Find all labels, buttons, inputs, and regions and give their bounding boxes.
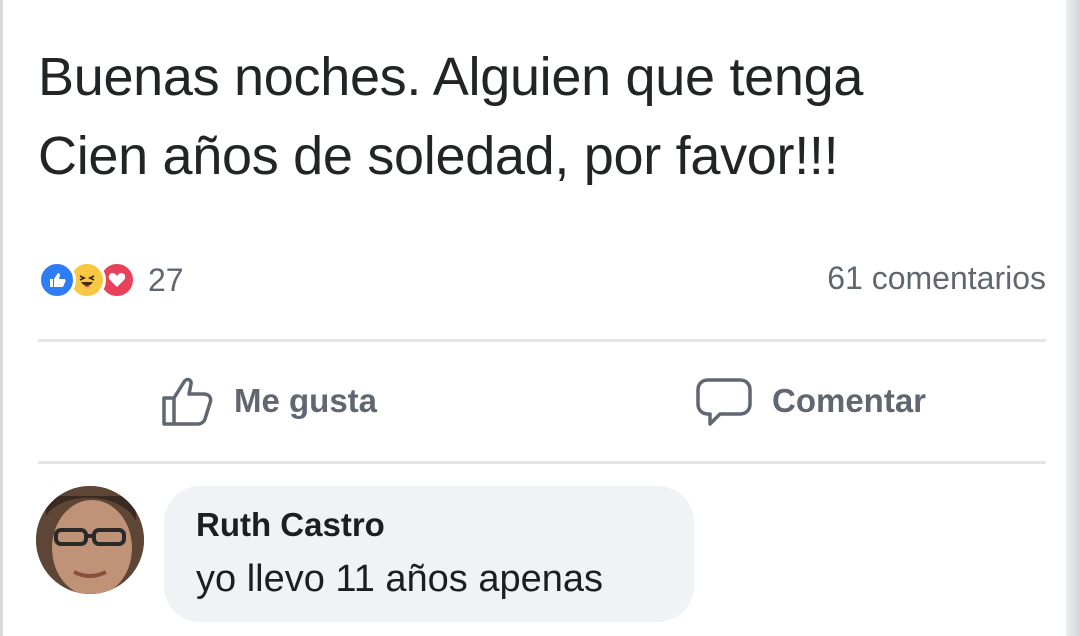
reaction-count: 27: [148, 261, 184, 298]
comment-button-label: Comentar: [772, 382, 927, 419]
thumbs-up-icon: [162, 377, 213, 426]
post-card: Buenas noches. Alguien que tenga Cien añ…: [0, 0, 1080, 636]
card-left-border: [0, 0, 3, 636]
like-reaction-icon: [38, 261, 76, 299]
like-button-label: Me gusta: [234, 382, 378, 419]
comment-bubble-icon: [696, 378, 752, 426]
commenter-name[interactable]: Ruth Castro: [196, 506, 385, 544]
commenter-avatar[interactable]: [36, 486, 144, 594]
post-text-line-1: Buenas noches. Alguien que tenga: [38, 47, 864, 107]
reactions-summary[interactable]: 27: [38, 258, 184, 302]
divider-bottom: [38, 461, 1046, 464]
post-text-line-2: Cien años de soledad, por favor!!!: [38, 126, 839, 186]
divider-top: [38, 339, 1046, 342]
like-button[interactable]: Me gusta: [160, 370, 377, 432]
card-right-border: [1066, 0, 1080, 636]
comment-bubble: Ruth Castro yo llevo 11 años apenas: [164, 486, 694, 622]
comment-text: yo llevo 11 años apenas: [196, 558, 604, 600]
post-text: Buenas noches. Alguien que tenga Cien añ…: [38, 38, 1048, 196]
comment-button[interactable]: Comentar: [696, 370, 926, 432]
comment-count-link[interactable]: 61 comentarios: [827, 260, 1046, 297]
